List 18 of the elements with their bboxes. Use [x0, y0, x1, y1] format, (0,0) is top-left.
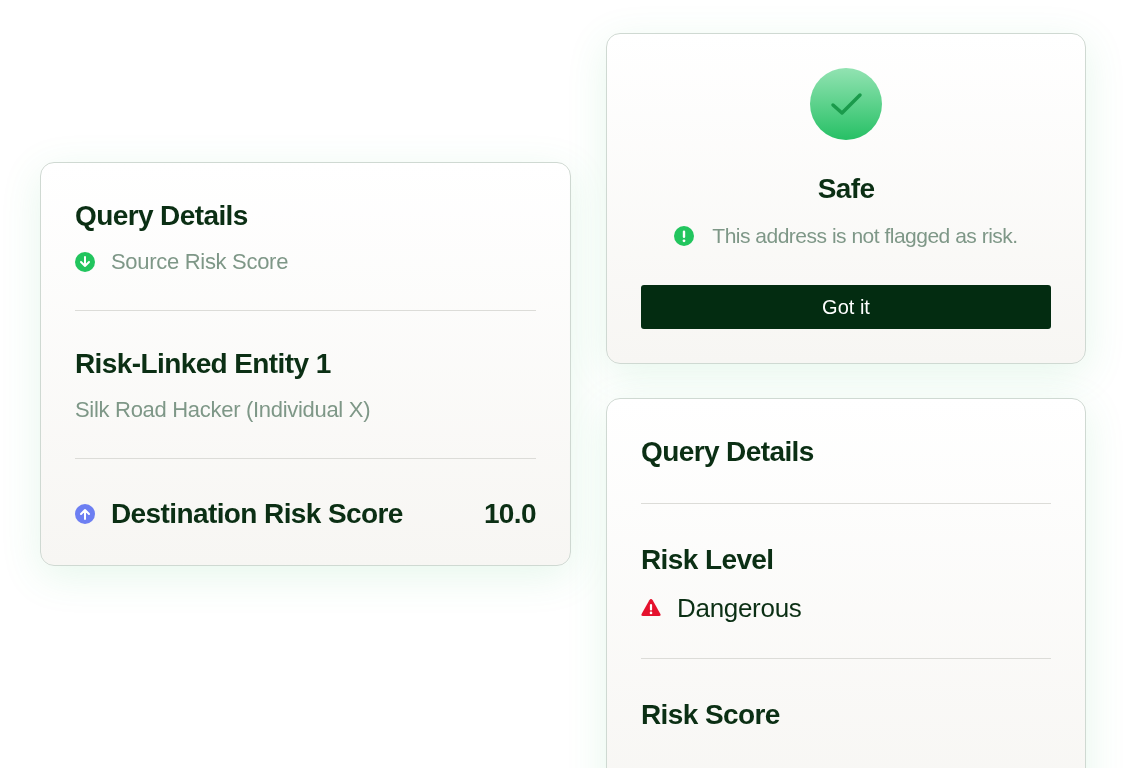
check-icon: [810, 68, 882, 140]
entity-name: Silk Road Hacker (Individual X): [75, 396, 372, 424]
arrow-up-icon: [75, 504, 95, 524]
status-message: This address is not flagged as risk.: [712, 223, 1018, 249]
arrow-down-icon: [75, 252, 95, 272]
entity-title: Risk-Linked Entity 1: [75, 347, 332, 381]
card-title: Query Details: [75, 199, 249, 233]
warning-icon: [641, 599, 661, 617]
risk-level-value: Dangerous: [677, 592, 802, 624]
source-label: Source Risk Score: [111, 248, 289, 276]
status-title: Safe: [817, 172, 875, 206]
destination-score: 10.0: [483, 497, 536, 531]
risk-score-label: Risk Score: [641, 698, 781, 732]
risk-level-label: Risk Level: [641, 543, 775, 577]
got-it-button[interactable]: Got it: [641, 285, 1051, 329]
destination-label: Destination Risk Score: [111, 497, 403, 531]
exclamation-icon: [674, 226, 695, 246]
card-title: Query Details: [641, 435, 815, 469]
